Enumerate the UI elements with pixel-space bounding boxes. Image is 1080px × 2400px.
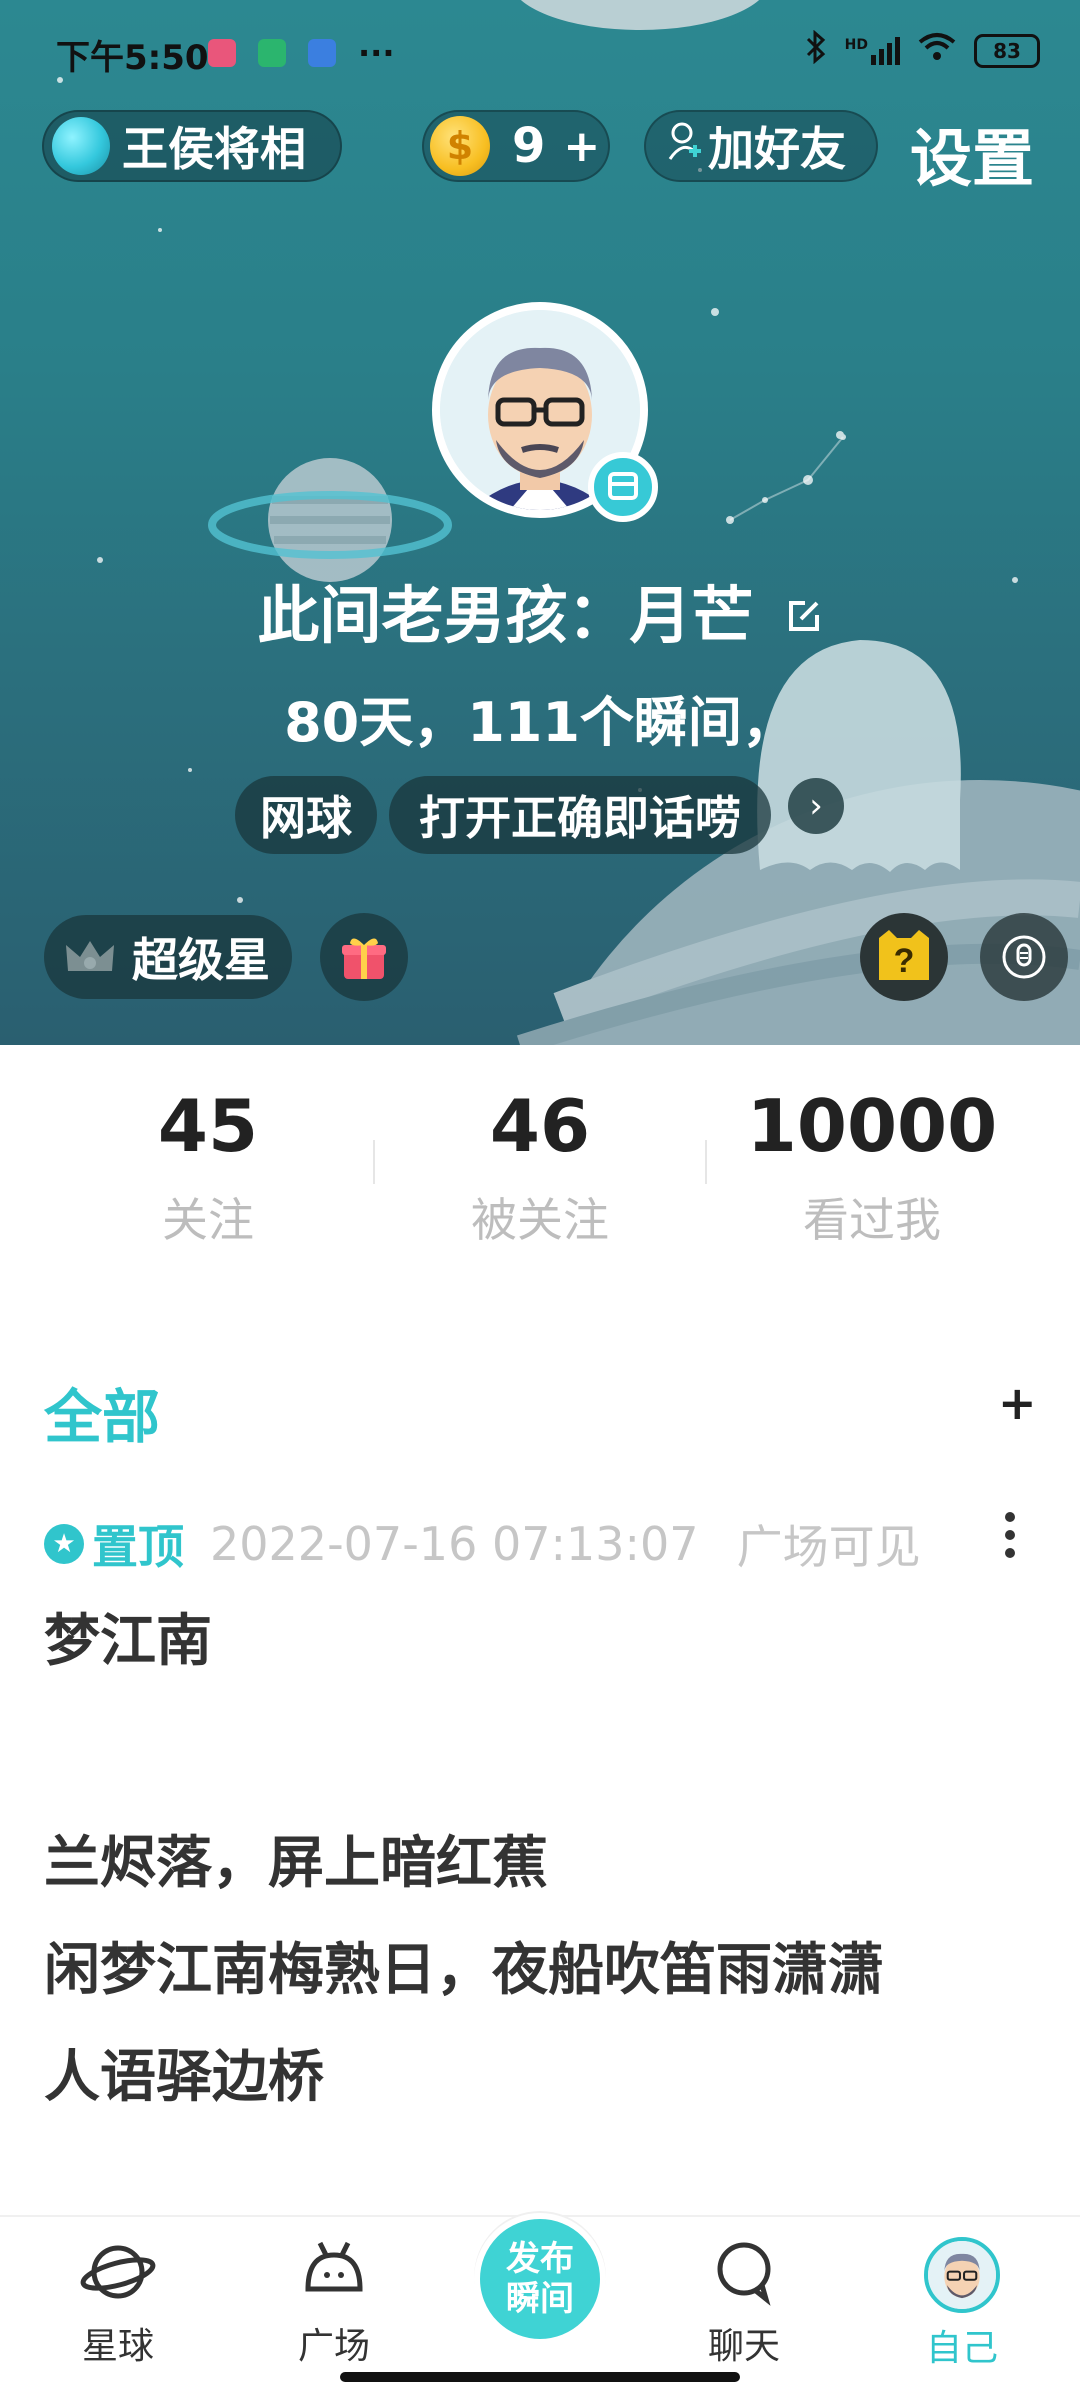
followers-count[interactable]: 46 被关注 <box>380 1082 700 1250</box>
coin-count: 9 <box>512 118 546 174</box>
signal-icon: HD <box>844 36 900 65</box>
profile-hero: 下午5:50 ··· HD 83 王侯将相 $ 9 + 加好友 设置 此间老男孩… <box>0 0 1080 1045</box>
post-line: 人语驿边桥 <box>44 2045 324 2110</box>
add-person-icon <box>668 121 704 171</box>
nav-me[interactable]: 自己 <box>882 2237 1042 2371</box>
visitors-label: 看过我 <box>803 1193 941 1247</box>
publish-moment-button[interactable]: 发布 瞬间 <box>474 2213 606 2345</box>
nav-me-label: 自己 <box>925 2328 998 2369</box>
coin-balance[interactable]: $ 9 + <box>422 110 610 182</box>
gift-icon[interactable] <box>320 913 408 1001</box>
nav-avatar <box>924 2237 1000 2313</box>
post-date: 2022-07-16 07:13:07 <box>210 1517 699 1571</box>
app-notification-icon <box>208 39 236 67</box>
divider <box>373 1140 375 1184</box>
status-bar: 下午5:50 ··· HD 83 <box>0 0 1080 105</box>
nav-planet[interactable]: 星球 <box>38 2237 198 2369</box>
add-coins-icon: + <box>563 120 601 172</box>
post-visibility: 广场可见 <box>736 1520 921 1574</box>
nav-square-label: 广场 <box>297 2326 370 2367</box>
svg-text:?: ? <box>894 942 915 980</box>
nav-square[interactable]: 广场 <box>254 2237 414 2369</box>
profile-name: 此间老男孩：月芒 <box>257 579 754 652</box>
coin-icon: $ <box>430 116 490 176</box>
settings-button[interactable]: 设置 <box>910 108 1034 198</box>
home-indicator[interactable] <box>340 2372 740 2382</box>
home-notification-icon <box>258 39 286 67</box>
interest-tag[interactable]: 打开正确即话唠 <box>389 776 771 854</box>
post-line: 闲梦江南梅熟日，夜船吹笛雨潇潇 <box>44 1938 884 2003</box>
avatar-badge-icon <box>588 452 658 522</box>
followers-value: 46 <box>489 1084 591 1168</box>
battery-icon: 83 <box>974 33 1040 68</box>
pin-label: 置顶 <box>92 1520 184 1574</box>
crown-icon <box>66 941 114 971</box>
planet-selector[interactable]: 王侯将相 <box>42 110 342 182</box>
sync-notification-icon <box>308 39 336 67</box>
divider <box>705 1140 707 1184</box>
visitors-count[interactable]: 10000 看过我 <box>712 1082 1032 1250</box>
pin-icon: ★ <box>44 1524 84 1564</box>
square-icon <box>305 2241 363 2292</box>
vip-label: 超级星 <box>132 933 270 987</box>
more-tags-chevron-icon[interactable]: › <box>788 778 844 834</box>
more-notifications-icon: ··· <box>358 34 395 72</box>
status-time: 下午5:50 <box>56 38 209 78</box>
publish-label-line2: 瞬间 <box>506 2279 574 2319</box>
planet-icon <box>80 2245 156 2299</box>
post-meta: ★ 置顶 2022-07-16 07:13:07 广场可见 <box>44 1514 921 1574</box>
nav-planet-label: 星球 <box>81 2326 154 2367</box>
add-friend-label: 加好友 <box>708 122 846 176</box>
bluetooth-icon <box>805 29 827 71</box>
following-value: 45 <box>157 1084 259 1168</box>
add-friend-button[interactable]: 加好友 <box>644 110 878 182</box>
planet-icon <box>52 117 110 175</box>
nav-chat-label: 聊天 <box>707 2326 780 2367</box>
feed-filter-all[interactable]: 全部 <box>44 1370 160 1454</box>
status-notification-icons: ··· <box>208 34 394 72</box>
nav-chat[interactable]: 聊天 <box>664 2237 824 2369</box>
chat-icon <box>717 2242 771 2306</box>
profile-name-row: 此间老男孩：月芒 <box>0 565 1080 655</box>
edit-name-icon[interactable] <box>767 597 822 648</box>
planet-name: 王侯将相 <box>122 122 306 176</box>
visitors-value: 10000 <box>746 1084 998 1168</box>
publish-label-line1: 发布 <box>506 2239 574 2279</box>
network-type: HD <box>844 36 868 53</box>
status-indicators: HD 83 <box>805 29 1040 71</box>
mystery-box-icon[interactable]: ? <box>860 913 948 1001</box>
following-label: 关注 <box>162 1193 254 1247</box>
add-post-button[interactable]: + <box>998 1376 1037 1430</box>
voice-intro-icon[interactable] <box>980 913 1068 1001</box>
post-line: 兰烬落，屏上暗红蕉 <box>44 1831 548 1896</box>
post-title: 梦江南 <box>44 1609 212 1674</box>
interest-tag[interactable]: 网球 <box>235 776 377 854</box>
post-more-icon[interactable] <box>998 1512 1022 1558</box>
following-count[interactable]: 45 关注 <box>48 1082 368 1250</box>
vip-badge-button[interactable]: 超级星 <box>44 915 292 999</box>
wifi-icon <box>918 32 956 69</box>
followers-label: 被关注 <box>471 1193 609 1247</box>
profile-summary: 80天，111个瞬间， <box>284 691 796 754</box>
